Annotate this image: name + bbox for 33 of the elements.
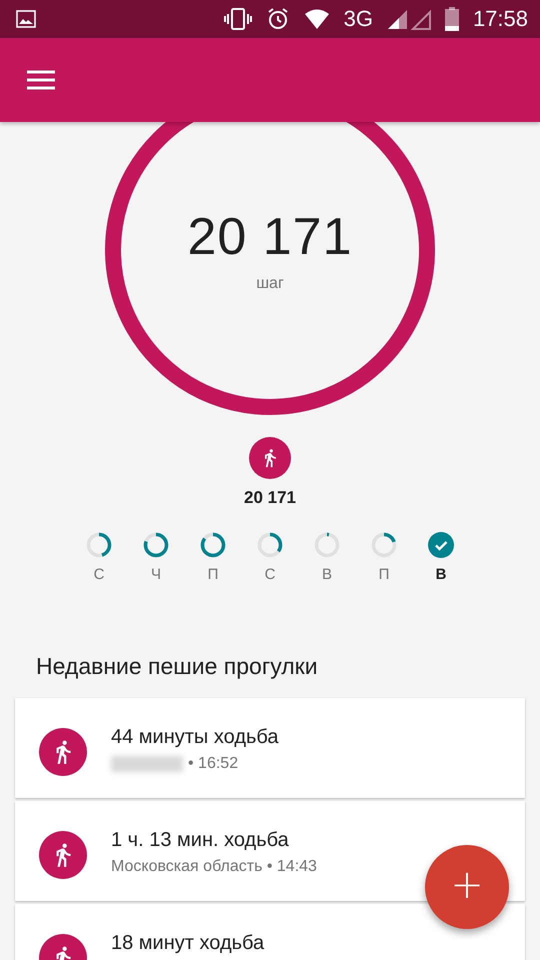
section-title: Недавние пешие прогулки	[35, 653, 319, 680]
walk-details: • 16:52	[188, 755, 238, 773]
walk-card[interactable]: 18 минут ходьба	[15, 904, 525, 960]
step-count: 20 171	[187, 207, 353, 267]
day-progress-ring[interactable]	[86, 532, 112, 558]
day-label: Ч	[151, 566, 161, 583]
vibrate-icon	[224, 7, 252, 31]
wifi-icon	[304, 8, 330, 30]
day-progress-ring[interactable]	[200, 532, 226, 558]
day-label: П	[378, 566, 390, 583]
day-label: В	[436, 566, 446, 583]
day-label: С	[94, 566, 104, 583]
signal-icon	[386, 8, 431, 30]
walk-title: 1 ч. 13 мин. ходьба	[111, 829, 290, 852]
alarm-clock-icon	[266, 7, 290, 31]
day-label: С	[264, 566, 276, 583]
image-icon	[16, 10, 36, 28]
menu-icon[interactable]	[27, 70, 55, 90]
clock-time: 17:58	[472, 6, 528, 32]
step-unit: шаг	[256, 275, 284, 293]
today-steps: 20 171	[244, 488, 296, 508]
day-progress-ring[interactable]	[257, 532, 283, 558]
walk-title: 44 минуты ходьба	[111, 726, 279, 749]
network-type: 3G	[344, 6, 373, 32]
battery-icon	[444, 7, 459, 31]
walk-title: 18 минут ходьба	[111, 932, 264, 955]
day-label: П	[208, 566, 218, 583]
day-progress-ring[interactable]	[371, 532, 397, 558]
day-progress-ring[interactable]	[143, 532, 169, 558]
day-label: В	[322, 566, 332, 583]
check-icon[interactable]	[428, 532, 454, 558]
walk-card[interactable]: 44 минуты ходьба • 16:52	[15, 698, 525, 798]
walk-details: Московская область • 14:43	[111, 858, 317, 876]
